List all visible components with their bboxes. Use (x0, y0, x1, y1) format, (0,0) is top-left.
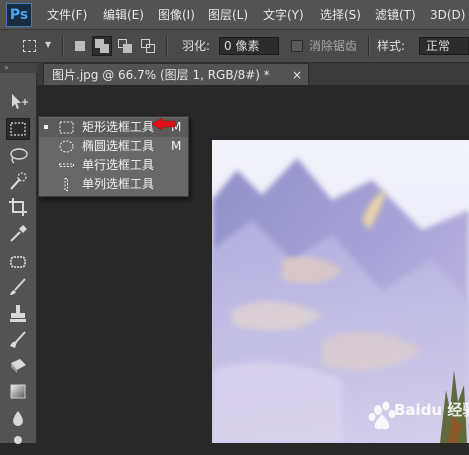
gradient-icon (10, 384, 26, 399)
flyout-item-single-column-marquee[interactable]: 单列选框工具 (39, 175, 188, 194)
quick-select-tool[interactable] (6, 171, 30, 193)
menu-image[interactable]: 图像(I) (158, 7, 195, 23)
dodge-tool[interactable] (6, 433, 30, 455)
annotation-arrow-icon (151, 117, 176, 131)
flyout-item-label: 单行选框工具 (82, 158, 155, 172)
new-selection-icon[interactable] (70, 36, 90, 56)
clone-stamp-icon (10, 305, 26, 322)
close-icon[interactable]: × (292, 67, 302, 83)
document-tab[interactable]: 图片.jpg @ 66.7% (图层 1, RGB/8#) * × (43, 63, 309, 85)
clone-stamp-tool[interactable] (6, 303, 30, 325)
flyout-item-label: 单列选框工具 (82, 177, 155, 191)
document-tab-title: 图片.jpg @ 66.7% (图层 1, RGB/8#) * (52, 68, 270, 82)
style-label: 样式: (377, 39, 406, 53)
lasso-tool[interactable] (6, 145, 30, 167)
brush-tool[interactable] (6, 276, 30, 298)
add-to-selection-icon[interactable] (92, 36, 112, 56)
selected-bullet-icon (44, 125, 48, 129)
eraser-icon (11, 359, 26, 373)
antialias-label: 消除锯齿 (309, 39, 358, 53)
eyedropper-tool[interactable] (6, 222, 30, 244)
subtract-from-selection-icon[interactable] (115, 36, 135, 56)
eraser-tool[interactable] (6, 355, 30, 377)
blur-tool[interactable] (6, 408, 30, 430)
antialias-checkbox[interactable] (291, 40, 303, 52)
intersect-selection-icon[interactable] (138, 36, 158, 56)
quick-select-icon (10, 172, 27, 190)
menu-select[interactable]: 选择(S) (320, 7, 361, 23)
single-column-marquee-icon (64, 178, 68, 191)
menu-3d[interactable]: 3D(D) (430, 7, 465, 23)
gradient-tool[interactable] (6, 381, 30, 403)
rect-marquee-icon (10, 122, 26, 136)
spot-healing-icon (10, 256, 26, 268)
tools-panel: » (0, 63, 37, 444)
options-bar: ▼ 羽化: 0 像素 消除锯齿 样式: 正常 (0, 30, 469, 63)
single-row-marquee-icon (59, 163, 74, 167)
menu-bar: Ps 文件(F) 编辑(E) 图像(I) 图层(L) 文字(Y) 选择(S) 滤… (0, 0, 469, 30)
menu-filter[interactable]: 滤镜(T) (375, 7, 416, 23)
flyout-item-shortcut: M (171, 139, 182, 153)
feather-input[interactable]: 0 像素 (219, 37, 279, 55)
style-select[interactable]: 正常 (419, 37, 469, 55)
eyedropper-icon (10, 225, 27, 242)
lasso-icon (10, 148, 28, 164)
crop-tool[interactable] (6, 196, 30, 218)
history-brush-tool[interactable] (6, 329, 30, 351)
move-icon (12, 94, 28, 109)
brush-icon (10, 278, 26, 295)
toolbar-grip[interactable]: » (0, 63, 37, 73)
ellipse-marquee-icon (59, 140, 74, 153)
flyout-item-label: 矩形选框工具 (82, 120, 155, 134)
crop-icon (9, 198, 27, 216)
rect-marquee-tool[interactable] (6, 118, 30, 140)
feather-label: 羽化: (182, 39, 211, 53)
menu-layer[interactable]: 图层(L) (208, 7, 248, 23)
flyout-item-single-row-marquee[interactable]: 单行选框工具 (39, 156, 188, 175)
spot-healing-tool[interactable] (6, 251, 30, 273)
blur-icon (13, 411, 23, 426)
flyout-item-label: 椭圆选框工具 (82, 139, 155, 153)
watermark-text: Baidu 经验 (394, 401, 469, 419)
tool-preset-picker[interactable] (20, 36, 40, 56)
chevron-down-icon[interactable]: ▼ (45, 40, 51, 49)
menu-edit[interactable]: 编辑(E) (103, 7, 144, 23)
rect-marquee-icon (59, 121, 74, 134)
document-tab-bar: 图片.jpg @ 66.7% (图层 1, RGB/8#) * × (37, 63, 469, 85)
photoshop-logo: Ps (6, 3, 32, 27)
flyout-item-ellipse-marquee[interactable]: 椭圆选框工具 M (39, 137, 188, 156)
move-tool[interactable] (6, 91, 30, 113)
history-brush-icon (10, 331, 26, 348)
menu-file[interactable]: 文件(F) (47, 7, 87, 23)
menu-type[interactable]: 文字(Y) (263, 7, 304, 23)
